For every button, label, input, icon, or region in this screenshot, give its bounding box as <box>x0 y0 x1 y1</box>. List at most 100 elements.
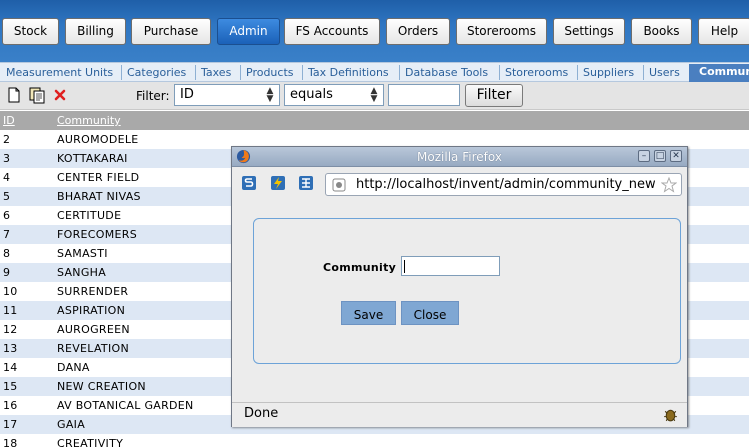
new-document-icon[interactable] <box>5 86 23 104</box>
close-window-icon[interactable]: ✕ <box>670 150 682 162</box>
subnav-users[interactable]: Users <box>649 66 680 79</box>
cell-community: ASPIRATION <box>57 304 126 317</box>
select-arrows-icon: ▲ ▼ <box>370 86 378 104</box>
s-icon[interactable] <box>241 175 257 191</box>
nav-books-button[interactable]: Books <box>631 18 692 45</box>
cell-id: 17 <box>3 418 18 431</box>
text-caret <box>404 260 405 273</box>
bolt-icon[interactable] <box>270 175 286 191</box>
top-navigation: Stock Billing Purchase Admin FS Accounts… <box>0 0 749 62</box>
subnav-taxes[interactable]: Taxes <box>201 66 231 79</box>
status-bar: Done <box>232 402 687 427</box>
cell-id: 6 <box>3 209 11 222</box>
cell-id: 5 <box>3 190 11 203</box>
url-text: http://localhost/invent/admin/community_… <box>356 177 656 192</box>
cell-id: 18 <box>3 437 18 447</box>
cell-community: BHARAT NIVAS <box>57 190 141 203</box>
nav-storerooms-button[interactable]: Storerooms <box>456 18 547 45</box>
admin-subnavigation: Measurement Units Categories Taxes Produ… <box>0 62 749 82</box>
cell-community: FORECOMERS <box>57 228 137 241</box>
cell-id: 3 <box>3 152 11 165</box>
filter-field-select[interactable]: ID ▲ ▼ <box>174 84 280 106</box>
subnav-separator <box>302 65 303 80</box>
subnav-separator <box>499 65 500 80</box>
nav-fs-accounts-button[interactable]: FS Accounts <box>284 18 380 45</box>
page-icon <box>332 178 346 192</box>
cell-community: GAIA <box>57 418 86 431</box>
nav-purchase-button[interactable]: Purchase <box>131 18 211 45</box>
subnav-community[interactable]: Commun <box>689 64 749 82</box>
nav-settings-button[interactable]: Settings <box>553 18 625 45</box>
copy-icon[interactable] <box>28 86 46 104</box>
cell-community: KOTTAKARAI <box>57 152 128 165</box>
subnav-separator <box>577 65 578 80</box>
toolbar: Filter: ID ▲ ▼ equals ▲ ▼ Filter <box>0 82 749 110</box>
cell-community: AV BOTANICAL GARDEN <box>57 399 194 412</box>
cell-id: 16 <box>3 399 18 412</box>
cell-id: 4 <box>3 171 11 184</box>
cell-id: 15 <box>3 380 18 393</box>
cell-id: 10 <box>3 285 18 298</box>
filter-label: Filter: <box>136 89 170 103</box>
subnav-separator <box>121 65 122 80</box>
cell-id: 11 <box>3 304 18 317</box>
subnav-separator <box>240 65 241 80</box>
star-icon[interactable] <box>661 177 677 193</box>
subnav-separator <box>399 65 400 80</box>
column-header-id[interactable]: ID <box>3 114 15 127</box>
subnav-separator <box>643 65 644 80</box>
cell-community: SAMASTI <box>57 247 108 260</box>
cell-community: CREATIVITY <box>57 437 124 447</box>
column-header-community[interactable]: Community <box>57 114 121 127</box>
url-bar[interactable]: http://localhost/invent/admin/community_… <box>325 173 682 196</box>
subnav-measurement-units[interactable]: Measurement Units <box>6 66 113 79</box>
close-button[interactable]: Close <box>401 301 459 325</box>
cell-community: SURRENDER <box>57 285 129 298</box>
bug-icon[interactable] <box>662 406 679 423</box>
subnav-categories[interactable]: Categories <box>127 66 186 79</box>
nav-stock-button[interactable]: Stock <box>2 18 59 45</box>
cell-id: 14 <box>3 361 18 374</box>
cell-community: CERTITUDE <box>57 209 122 222</box>
community-form-panel: Community Save Close <box>253 218 681 364</box>
filter-operator-value: equals <box>290 87 333 102</box>
status-text: Done <box>244 406 279 421</box>
subnav-products[interactable]: Products <box>246 66 294 79</box>
cell-community: AUROMODELE <box>57 133 139 146</box>
maximize-icon[interactable]: □ <box>654 150 666 162</box>
community-field-label: Community <box>323 261 397 274</box>
filter-operator-select[interactable]: equals ▲ ▼ <box>284 84 384 106</box>
cell-community: CENTER FIELD <box>57 171 140 184</box>
filter-button[interactable]: Filter <box>465 84 523 107</box>
subnav-suppliers[interactable]: Suppliers <box>583 66 634 79</box>
filter-field-value: ID <box>180 87 194 102</box>
popup-titlebar[interactable]: Mozilla Firefox – □ ✕ <box>232 147 687 167</box>
popup-title: Mozilla Firefox <box>417 150 502 164</box>
cell-community: AUROGREEN <box>57 323 130 336</box>
subnav-tax-definitions[interactable]: Tax Definitions <box>308 66 389 79</box>
community-input[interactable] <box>401 256 500 276</box>
nav-billing-button[interactable]: Billing <box>65 18 126 45</box>
cell-community: REVELATION <box>57 342 129 355</box>
table-row[interactable]: 18 CREATIVITY <box>0 434 749 447</box>
subnav-database-tools[interactable]: Database Tools <box>405 66 488 79</box>
popup-window: Mozilla Firefox – □ ✕ http://localhost/i… <box>231 146 688 427</box>
save-button[interactable]: Save <box>341 301 396 325</box>
nav-help-button[interactable]: Help <box>698 18 749 45</box>
cell-community: SANGHA <box>57 266 107 279</box>
cell-id: 9 <box>3 266 11 279</box>
nav-orders-button[interactable]: Orders <box>386 18 450 45</box>
select-arrows-icon: ▲ ▼ <box>266 86 274 104</box>
cell-id: 8 <box>3 247 11 260</box>
popup-navigation-bar: http://localhost/invent/admin/community_… <box>232 168 687 199</box>
cell-community: NEW CREATION <box>57 380 146 393</box>
nav-admin-button[interactable]: Admin <box>217 18 280 45</box>
subnav-storerooms[interactable]: Storerooms <box>505 66 568 79</box>
minimize-icon[interactable]: – <box>638 150 650 162</box>
grid-icon[interactable] <box>298 175 314 191</box>
subnav-separator <box>195 65 196 80</box>
cell-id: 13 <box>3 342 18 355</box>
filter-value-input[interactable] <box>388 84 460 106</box>
cell-id: 7 <box>3 228 11 241</box>
delete-icon[interactable] <box>51 86 69 104</box>
